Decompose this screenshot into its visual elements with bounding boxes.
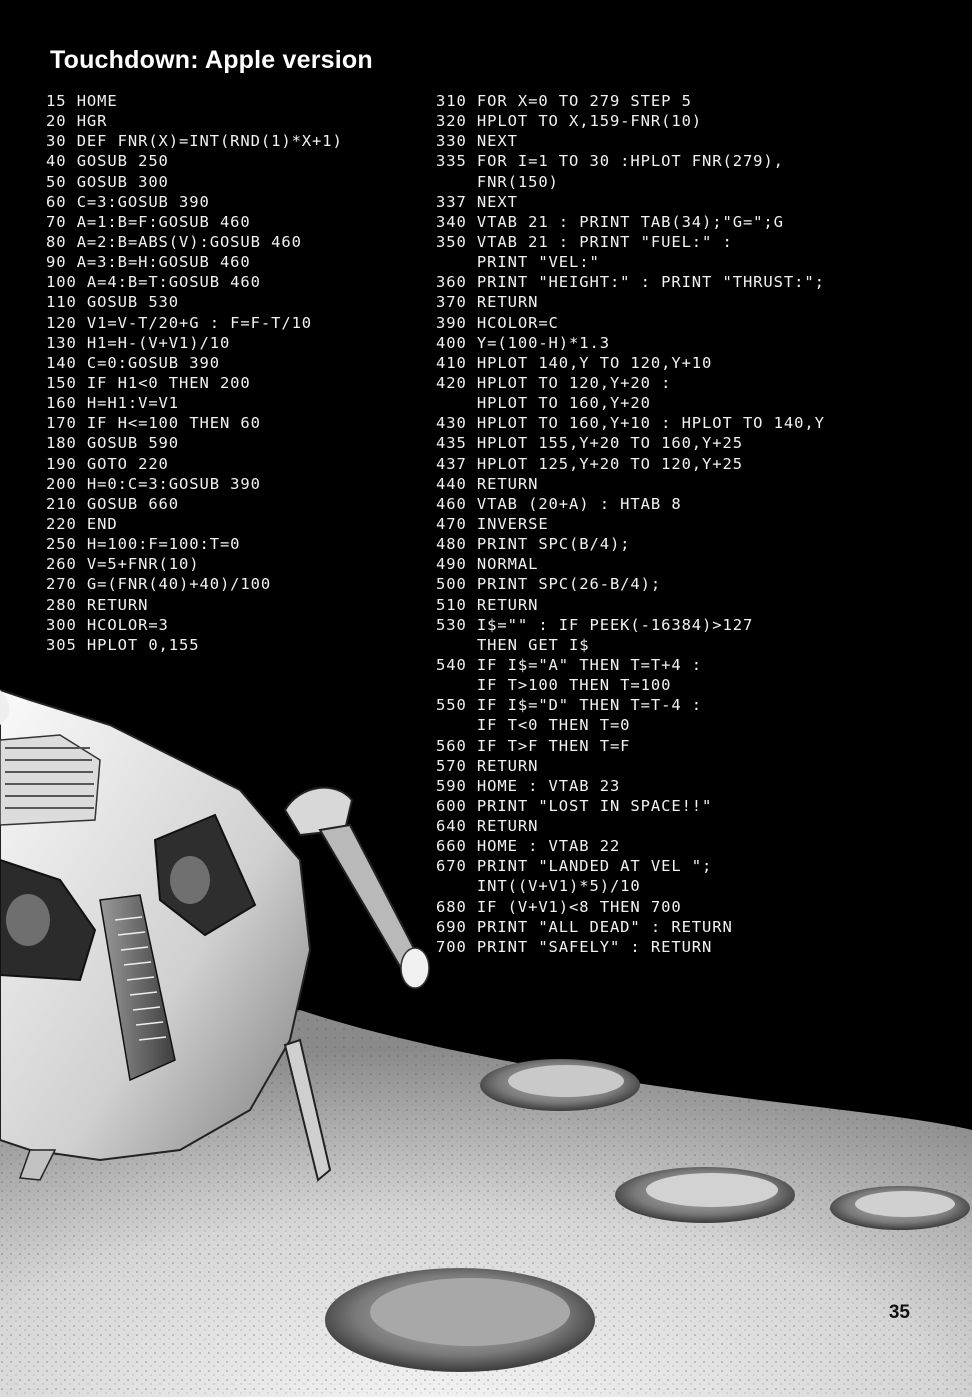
code-line: IF T<0 THEN T=0 <box>436 716 631 735</box>
code-line: 110 GOSUB 530 <box>46 293 180 312</box>
code-line: 60 C=3:GOSUB 390 <box>46 192 210 211</box>
code-line: 250 H=100:F=100:T=0 <box>46 535 241 554</box>
code-line: 320 HPLOT TO X,159-FNR(10) <box>436 112 703 131</box>
code-line: 390 HCOLOR=C <box>436 313 559 332</box>
code-line: 30 DEF FNR(X)=INT(RND(1)*X+1) <box>46 132 343 151</box>
code-listing-left-column: 15 HOME 20 HGR 30 DEF FNR(X)=INT(RND(1)*X+… <box>46 91 343 655</box>
code-line: 200 H=0:C=3:GOSUB 390 <box>46 474 261 493</box>
code-line: 340 VTAB 21 : PRINT TAB(34);"G=";G <box>436 212 784 231</box>
code-line: 500 PRINT SPC(26-B/4); <box>436 575 662 594</box>
code-line: 330 NEXT <box>436 132 518 151</box>
code-line: 435 HPLOT 155,Y+20 TO 160,Y+25 <box>436 434 743 453</box>
code-line: 400 Y=(100-H)*1.3 <box>436 333 610 352</box>
code-line: 410 HPLOT 140,Y TO 120,Y+10 <box>436 353 713 372</box>
code-line: 300 HCOLOR=3 <box>46 615 169 634</box>
code-line: 430 HPLOT TO 160,Y+10 : HPLOT TO 140,Y <box>436 414 825 433</box>
code-line: 540 IF I$="A" THEN T=T+4 : <box>436 655 703 674</box>
code-line: 220 END <box>46 514 118 533</box>
code-line: 280 RETURN <box>46 595 149 614</box>
code-listing-right-column: 310 FOR X=0 TO 279 STEP 5 320 HPLOT TO X,… <box>436 91 825 957</box>
code-line: HPLOT TO 160,Y+20 <box>436 394 651 413</box>
code-line: 80 A=2:B=ABS(V):GOSUB 460 <box>46 232 302 251</box>
code-line: 335 FOR I=1 TO 30 :HPLOT FNR(279), <box>436 152 784 171</box>
code-line: 350 VTAB 21 : PRINT "FUEL:" : <box>436 232 733 251</box>
code-line: 550 IF I$="D" THEN T=T-4 : <box>436 696 703 715</box>
code-line: INT((V+V1)*5)/10 <box>436 877 641 896</box>
code-line: 440 RETURN <box>436 474 539 493</box>
code-line: 560 IF T>F THEN T=F <box>436 736 631 755</box>
code-line: 100 A=4:B=T:GOSUB 460 <box>46 273 261 292</box>
code-line: 680 IF (V+V1)<8 THEN 700 <box>436 897 682 916</box>
code-line: 570 RETURN <box>436 756 539 775</box>
code-line: 90 A=3:B=H:GOSUB 460 <box>46 253 251 272</box>
code-line: 120 V1=V-T/20+G : F=F-T/10 <box>46 313 313 332</box>
code-line: 360 PRINT "HEIGHT:" : PRINT "THRUST:"; <box>436 273 825 292</box>
page-title: Touchdown: Apple version <box>50 46 373 74</box>
code-line: PRINT "VEL:" <box>436 253 600 272</box>
code-line: 130 H1=H-(V+V1)/10 <box>46 333 231 352</box>
page-number: 35 <box>888 1302 910 1323</box>
code-line: THEN GET I$ <box>436 635 590 654</box>
code-line: FNR(150) <box>436 172 559 191</box>
code-line: 180 GOSUB 590 <box>46 434 180 453</box>
code-line: 305 HPLOT 0,155 <box>46 635 200 654</box>
code-line: 690 PRINT "ALL DEAD" : RETURN <box>436 917 733 936</box>
code-line: 260 V=5+FNR(10) <box>46 555 200 574</box>
code-line: 160 H=H1:V=V1 <box>46 394 180 413</box>
code-line: 510 RETURN <box>436 595 539 614</box>
code-line: 660 HOME : VTAB 22 <box>436 837 621 856</box>
code-line: 480 PRINT SPC(B/4); <box>436 535 631 554</box>
code-line: 20 HGR <box>46 112 108 131</box>
code-line: 15 HOME <box>46 92 118 110</box>
code-line: 50 GOSUB 300 <box>46 172 169 191</box>
code-line: 210 GOSUB 660 <box>46 494 180 513</box>
code-line: 700 PRINT "SAFELY" : RETURN <box>436 937 713 956</box>
code-line: 460 VTAB (20+A) : HTAB 8 <box>436 494 682 513</box>
code-line: 337 NEXT <box>436 192 518 211</box>
code-line: 420 HPLOT TO 120,Y+20 : <box>436 373 672 392</box>
code-line: 140 C=0:GOSUB 390 <box>46 353 220 372</box>
code-line: 270 G=(FNR(40)+40)/100 <box>46 575 272 594</box>
code-line: 40 GOSUB 250 <box>46 152 169 171</box>
code-line: 640 RETURN <box>436 817 539 836</box>
code-line: 190 GOTO 220 <box>46 454 169 473</box>
code-line: 670 PRINT "LANDED AT VEL "; <box>436 857 713 876</box>
code-line: 437 HPLOT 125,Y+20 TO 120,Y+25 <box>436 454 743 473</box>
code-line: 150 IF H1<0 THEN 200 <box>46 373 251 392</box>
code-line: 590 HOME : VTAB 23 <box>436 776 621 795</box>
code-line: 600 PRINT "LOST IN SPACE!!" <box>436 796 713 815</box>
code-line: IF T>100 THEN T=100 <box>436 676 672 695</box>
code-line: 370 RETURN <box>436 293 539 312</box>
code-line: 70 A=1:B=F:GOSUB 460 <box>46 212 251 231</box>
code-line: 530 I$="" : IF PEEK(-16384)>127 <box>436 615 754 634</box>
code-line: 490 NORMAL <box>436 555 539 574</box>
code-line: 470 INVERSE <box>436 514 549 533</box>
code-line: 170 IF H<=100 THEN 60 <box>46 414 261 433</box>
book-page: Touchdown: Apple version 15 HOME 20 HGR 30… <box>0 0 972 1397</box>
code-line: 310 FOR X=0 TO 279 STEP 5 <box>436 92 692 110</box>
